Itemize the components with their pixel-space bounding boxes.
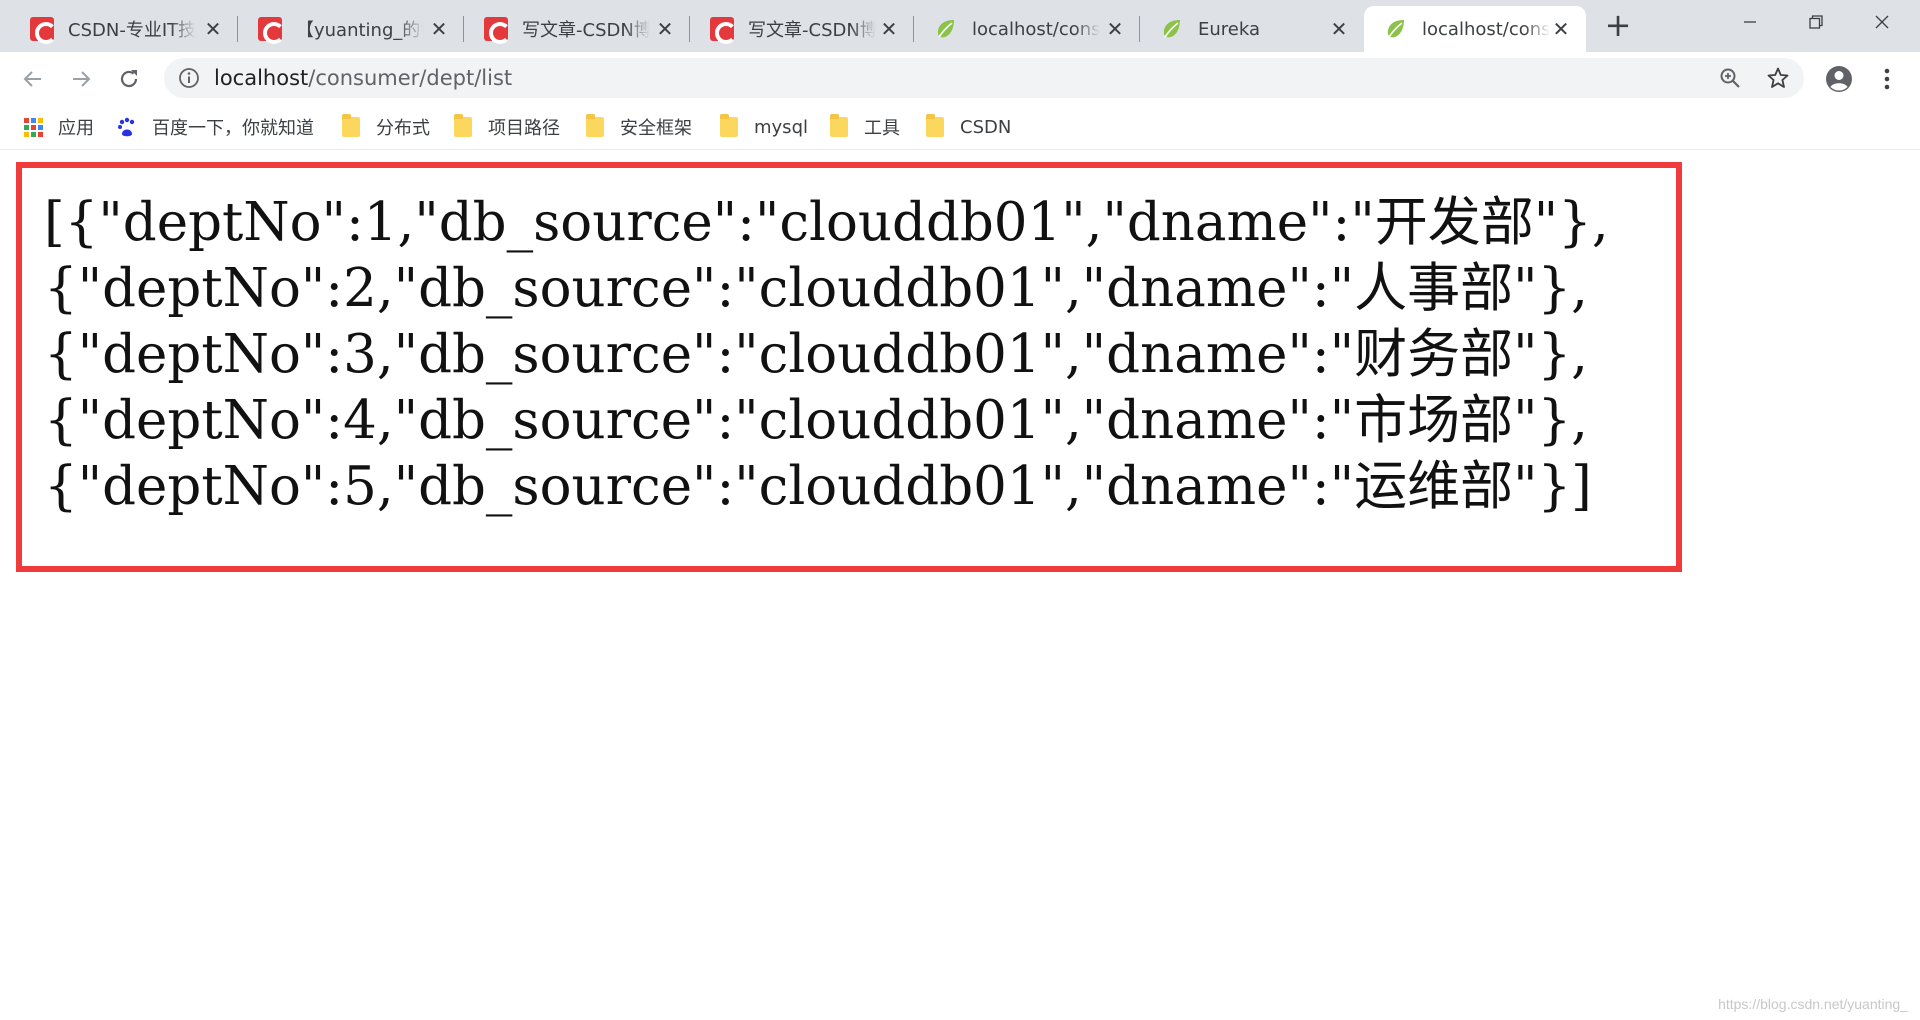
zoom-icon[interactable] (1718, 66, 1742, 90)
back-button[interactable] (16, 62, 50, 96)
url-path: /consumer/dept/list (308, 66, 513, 90)
folder-icon (584, 114, 606, 138)
back-arrow-icon (23, 71, 41, 87)
tab-title: 【yuanting_的博 (296, 20, 424, 41)
tab-title: 写文章-CSDN博 (522, 20, 650, 41)
bookmark-label: mysql (754, 116, 808, 138)
bookmark-label: 百度一下，你就知道 (152, 118, 314, 139)
forward-button[interactable] (64, 62, 98, 96)
bookmarks-bar: 应用 百度一下，你就知道 分布式 项目路径 安全框架 mysql 工具 CSDN (0, 104, 1920, 150)
more-menu-icon[interactable] (1872, 64, 1902, 94)
tab-localhost-consumer-1[interactable]: localhost/cons ✕ (914, 6, 1140, 52)
tab-title: Eureka (1198, 18, 1260, 40)
address-bar[interactable]: localhost/consumer/dept/list (164, 58, 1804, 98)
tab-csdn-home[interactable]: CSDN-专业IT技 ✕ (10, 6, 238, 52)
spring-leaf-icon (934, 17, 958, 41)
spring-leaf-icon (1160, 17, 1184, 41)
close-icon[interactable]: ✕ (428, 17, 450, 41)
close-icon[interactable]: ✕ (1328, 17, 1350, 41)
tab-write-article-2[interactable]: 写文章-CSDN博 ✕ (690, 6, 914, 52)
baidu-paw-icon (116, 116, 138, 138)
tab-eureka[interactable]: Eureka ✕ (1140, 6, 1364, 52)
close-icon[interactable]: ✕ (1550, 17, 1572, 41)
tab-write-article-1[interactable]: 写文章-CSDN博 ✕ (464, 6, 690, 52)
bookmark-folder-security[interactable]: 安全框架 (584, 114, 692, 140)
apps-grid-icon (22, 116, 44, 138)
bookmark-label: 工具 (864, 118, 900, 139)
json-response-highlight-box: [{"deptNo":1,"db_source":"clouddb01","dn… (16, 162, 1682, 572)
tab-title: 写文章-CSDN博 (748, 20, 876, 41)
browser-toolbar: localhost/consumer/dept/list (0, 52, 1920, 104)
json-line: {"deptNo":4,"db_source":"clouddb01","dna… (44, 390, 1589, 451)
bookmark-folder-project-path[interactable]: 项目路径 (452, 114, 560, 140)
bookmark-label: 项目路径 (488, 118, 560, 139)
profile-avatar-icon[interactable] (1824, 64, 1854, 94)
bookmark-label: 应用 (58, 118, 94, 139)
reload-icon (120, 70, 138, 88)
bookmark-label: 安全框架 (620, 118, 692, 139)
close-window-button[interactable] (1852, 0, 1912, 44)
folder-icon (340, 114, 362, 138)
csdn-icon (258, 17, 285, 44)
tab-yuanting-blog[interactable]: 【yuanting_的博 ✕ (238, 6, 464, 52)
json-line: [{"deptNo":1,"db_source":"clouddb01","dn… (44, 192, 1609, 253)
close-icon[interactable]: ✕ (202, 17, 224, 41)
tab-strip: CSDN-专业IT技 ✕ 【yuanting_的博 ✕ 写文章-CSDN博 ✕ … (0, 0, 1920, 52)
json-line: {"deptNo":5,"db_source":"clouddb01","dna… (44, 456, 1592, 517)
bookmark-folder-mysql[interactable]: mysql (718, 114, 808, 140)
tab-localhost-consumer-active[interactable]: localhost/cons ✕ (1364, 6, 1586, 52)
folder-icon (924, 114, 946, 138)
close-window-icon (1875, 15, 1889, 29)
bookmark-baidu[interactable]: 百度一下，你就知道 (116, 114, 314, 140)
close-icon[interactable]: ✕ (654, 17, 676, 41)
forward-arrow-icon (73, 71, 91, 87)
new-tab-button[interactable]: + (1602, 9, 1634, 42)
close-icon[interactable]: ✕ (1104, 17, 1126, 41)
bookmark-folder-distributed[interactable]: 分布式 (340, 114, 430, 140)
csdn-icon (30, 17, 57, 44)
minimize-icon (1744, 21, 1756, 23)
restore-icon (1809, 15, 1823, 29)
restore-button[interactable] (1786, 0, 1846, 44)
close-icon[interactable]: ✕ (878, 17, 900, 41)
tab-title: localhost/cons (972, 18, 1100, 40)
json-response-text: [{"deptNo":1,"db_source":"clouddb01","dn… (44, 190, 1609, 520)
folder-icon (828, 114, 850, 138)
bookmark-label: CSDN (960, 116, 1012, 138)
folder-icon (718, 114, 740, 138)
bookmark-folder-csdn[interactable]: CSDN (924, 114, 1011, 140)
bookmark-label: 分布式 (376, 118, 430, 139)
minimize-button[interactable] (1720, 0, 1780, 44)
csdn-icon (484, 17, 511, 44)
info-icon[interactable] (178, 67, 200, 89)
json-line: {"deptNo":3,"db_source":"clouddb01","dna… (44, 324, 1589, 385)
watermark: https://blog.csdn.net/yuanting_ (1718, 996, 1908, 1012)
bookmark-apps[interactable]: 应用 (22, 114, 94, 140)
tab-title: CSDN-专业IT技 (68, 20, 196, 41)
tab-title: localhost/cons (1422, 18, 1550, 40)
spring-leaf-icon (1384, 17, 1408, 41)
bookmark-star-icon[interactable] (1766, 66, 1790, 90)
reload-button[interactable] (112, 62, 146, 96)
url-host: localhost (214, 66, 309, 90)
url-text[interactable]: localhost/consumer/dept/list (214, 58, 512, 98)
bookmark-folder-tools[interactable]: 工具 (828, 114, 900, 140)
folder-icon (452, 114, 474, 138)
csdn-icon (710, 17, 737, 44)
json-line: {"deptNo":2,"db_source":"clouddb01","dna… (44, 258, 1589, 319)
